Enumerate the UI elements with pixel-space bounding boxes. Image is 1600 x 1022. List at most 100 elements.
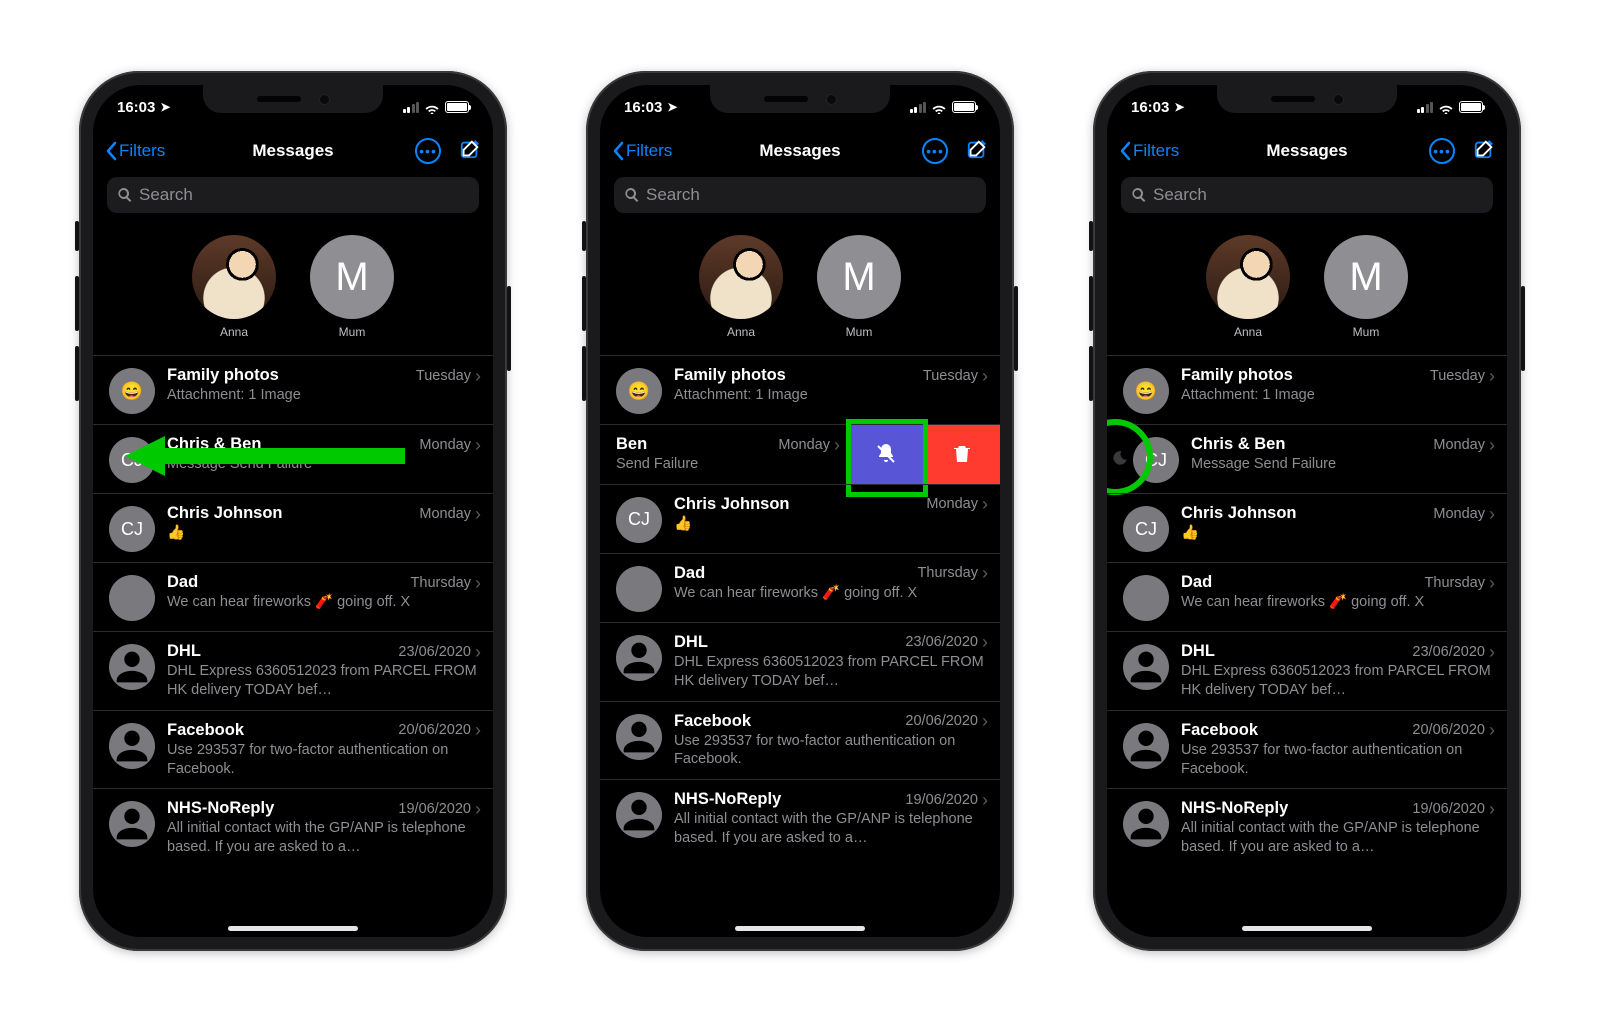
avatar: CJ [1123,506,1169,552]
location-icon: ➤ [667,100,677,114]
search-field[interactable]: Search [614,177,986,213]
conv-preview: DHL Express 6360512023 from PARCEL FROM … [167,662,481,700]
conversation-row[interactable]: DHL23/06/2020›DHL Express 6360512023 fro… [600,622,1000,701]
conv-name: Family photos [167,366,416,385]
wifi-icon [1438,101,1454,113]
conversation-row[interactable]: CJChris JohnsonMonday›👍 [600,484,1000,553]
conv-preview: Use 293537 for two-factor authentication… [167,741,481,779]
compose-button[interactable] [459,138,481,165]
conversation-row[interactable]: Facebook20/06/2020›Use 293537 for two-fa… [1107,710,1507,789]
home-indicator[interactable] [228,926,358,931]
search-field[interactable]: Search [1121,177,1493,213]
conversation-row[interactable]: CJ Chris & BenMonday›Message Send Failur… [93,424,493,493]
avatar [1123,723,1169,769]
conversation-row[interactable]: Facebook20/06/2020›Use 293537 for two-fa… [600,701,1000,780]
phone-frame-2: 16:03➤ Filters Messages ••• Search Anna … [586,71,1014,951]
conv-preview: All initial contact with the GP/ANP is t… [674,810,988,848]
nav-bar: FiltersMessages••• [1107,129,1507,173]
battery-icon [1459,101,1483,113]
conv-name: Dad [167,573,411,592]
back-button[interactable]: Filters [105,141,165,161]
conversation-row[interactable]: 😄Family photosTuesday›Attachment: 1 Imag… [1107,355,1507,424]
conv-date: 20/06/2020 [398,722,471,738]
home-indicator[interactable] [735,926,865,931]
conv-date: Thursday [1425,575,1485,591]
conversation-list[interactable]: 😄Family photosTuesday›Attachment: 1 Imag… [1107,355,1507,867]
pinned-contact-mum[interactable]: MMum [817,235,901,339]
conv-preview: All initial contact with the GP/ANP is t… [167,819,481,857]
conversation-row[interactable]: NHS-NoReply19/06/2020›All initial contac… [600,779,1000,858]
swipe-action-delete[interactable] [924,425,1000,484]
conv-preview: We can hear fireworks 🧨 going off. X [1181,593,1495,612]
conv-name: Facebook [1181,721,1412,740]
chevron-right-icon: › [475,721,481,739]
battery-icon [445,101,469,113]
conv-date: 23/06/2020 [905,634,978,650]
search-placeholder: Search [646,185,700,205]
conv-date: 19/06/2020 [1412,801,1485,817]
chevron-right-icon: › [475,574,481,592]
compose-button[interactable] [1473,138,1495,165]
conversation-row[interactable]: DadThursday›We can hear fireworks 🧨 goin… [93,562,493,631]
pinned-name: Mum [817,325,901,339]
conversation-row[interactable]: NHS-NoReply19/06/2020›All initial contac… [1107,788,1507,867]
more-button[interactable]: ••• [1429,138,1455,164]
conversation-row[interactable]: 😄 Family photosTuesday›Attachment: 1 Ima… [93,355,493,424]
ellipsis-icon: ••• [419,143,437,159]
conversation-row-muted[interactable]: CJ Chris & BenMonday›Message Send Failur… [1107,424,1507,493]
compose-button[interactable] [966,138,988,165]
avatar: M [1324,235,1408,319]
back-button[interactable]: Filters [612,141,672,161]
chevron-right-icon: › [834,436,840,454]
conversation-row[interactable]: 😄Family photosTuesday›Attachment: 1 Imag… [600,355,1000,424]
conv-date: 19/06/2020 [905,792,978,808]
conv-name: Chris Johnson [674,495,926,514]
conversation-row[interactable]: DadThursday›We can hear fireworks 🧨 goin… [1107,562,1507,631]
conversation-list[interactable]: 😄 Family photosTuesday›Attachment: 1 Ima… [93,355,493,867]
chevron-right-icon: › [1489,643,1495,661]
conversation-row[interactable]: CJ Chris JohnsonMonday›👍 [93,493,493,562]
avatar [1123,575,1169,621]
bell-slash-icon [874,442,898,466]
search-icon [117,187,133,203]
search-icon [624,187,640,203]
more-button[interactable]: ••• [415,138,441,164]
back-label: Filters [119,141,165,161]
conv-date: 23/06/2020 [398,644,471,660]
conv-date: Thursday [918,565,978,581]
back-label: Filters [1133,141,1179,161]
conversation-row[interactable]: DadThursday›We can hear fireworks 🧨 goin… [600,553,1000,622]
pinned-contact-mum[interactable]: MMum [1324,235,1408,339]
ellipsis-icon: ••• [926,143,944,159]
avatar: M [310,235,394,319]
pinned-contact-mum[interactable]: MMum [310,235,394,339]
conversation-row[interactable]: DHL23/06/2020›DHL Express 6360512023 fro… [93,631,493,710]
conversation-row[interactable]: Facebook20/06/2020›Use 293537 for two-fa… [93,710,493,789]
pinned-contact-anna[interactable]: Anna [699,235,783,339]
pinned-contact-anna[interactable]: Anna [1206,235,1290,339]
trash-icon [950,442,974,466]
avatar [616,792,662,838]
conv-preview: Send Failure [616,455,840,474]
home-indicator[interactable] [1242,926,1372,931]
pinned-row: Anna MMum [1107,213,1507,355]
conversation-list[interactable]: 😄Family photosTuesday›Attachment: 1 Imag… [600,355,1000,858]
conversation-row[interactable]: DHL23/06/2020›DHL Express 6360512023 fro… [1107,631,1507,710]
conversation-row[interactable]: NHS-NoReply19/06/2020›All initial contac… [93,788,493,867]
pinned-name: Anna [699,325,783,339]
avatar [616,566,662,612]
conversation-row-swiped[interactable]: BenMonday› Send Failure [600,424,1000,484]
conversation-row[interactable]: CJChris JohnsonMonday›👍 [1107,493,1507,562]
more-button[interactable]: ••• [922,138,948,164]
conv-name: NHS-NoReply [674,790,905,809]
search-field[interactable]: Search [107,177,479,213]
pinned-contact-anna[interactable]: Anna [192,235,276,339]
avatar: 😄 [109,368,155,414]
back-button[interactable]: Filters [1119,141,1179,161]
conv-name: NHS-NoReply [1181,799,1412,818]
status-time: 16:03 [1131,99,1169,116]
avatar [1206,235,1290,319]
conv-date: Monday [926,496,978,512]
avatar [616,714,662,760]
swipe-action-mute[interactable] [848,425,924,484]
